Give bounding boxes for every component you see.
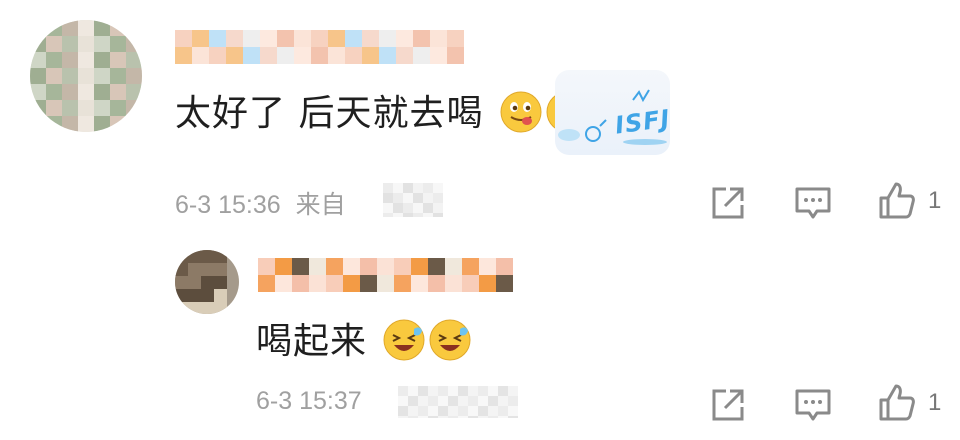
commenter-name-blurred[interactable]	[175, 30, 465, 64]
like-count: 1	[928, 187, 942, 214]
comment-icon[interactable]	[793, 385, 833, 425]
like-count: 1	[928, 389, 942, 416]
comment-body: 太好了 后天就去喝	[175, 84, 588, 136]
reply-meta: 6-3 15:37	[256, 387, 362, 416]
comment-meta: 6-3 15:36 来自	[175, 185, 346, 221]
comment-text: 太好了 后天就去喝	[175, 93, 484, 134]
share-icon[interactable]	[708, 385, 748, 425]
reply-time: 6-3 15:37	[256, 387, 362, 415]
commenter-avatar[interactable]	[30, 20, 142, 132]
laughing-tears-emoji	[429, 319, 471, 361]
laughing-tears-emoji	[383, 319, 425, 361]
comment-source-label: 来自	[295, 191, 346, 219]
comment-icon[interactable]	[793, 183, 833, 223]
like-icon[interactable]	[877, 180, 917, 220]
comment-decoration-badge: ISFJ	[555, 70, 672, 155]
comment-source-blurred	[383, 183, 445, 217]
tongue-face-emoji	[500, 91, 542, 133]
reply-avatar[interactable]	[175, 250, 239, 314]
share-icon[interactable]	[708, 183, 748, 223]
reply-text: 喝起来	[256, 321, 368, 362]
like-icon[interactable]	[877, 382, 917, 422]
reply-name-blurred[interactable]	[258, 258, 513, 292]
reply-body: 喝起来	[256, 312, 471, 364]
reply-source-blurred	[398, 386, 518, 418]
comment-time: 6-3 15:36	[175, 191, 281, 219]
